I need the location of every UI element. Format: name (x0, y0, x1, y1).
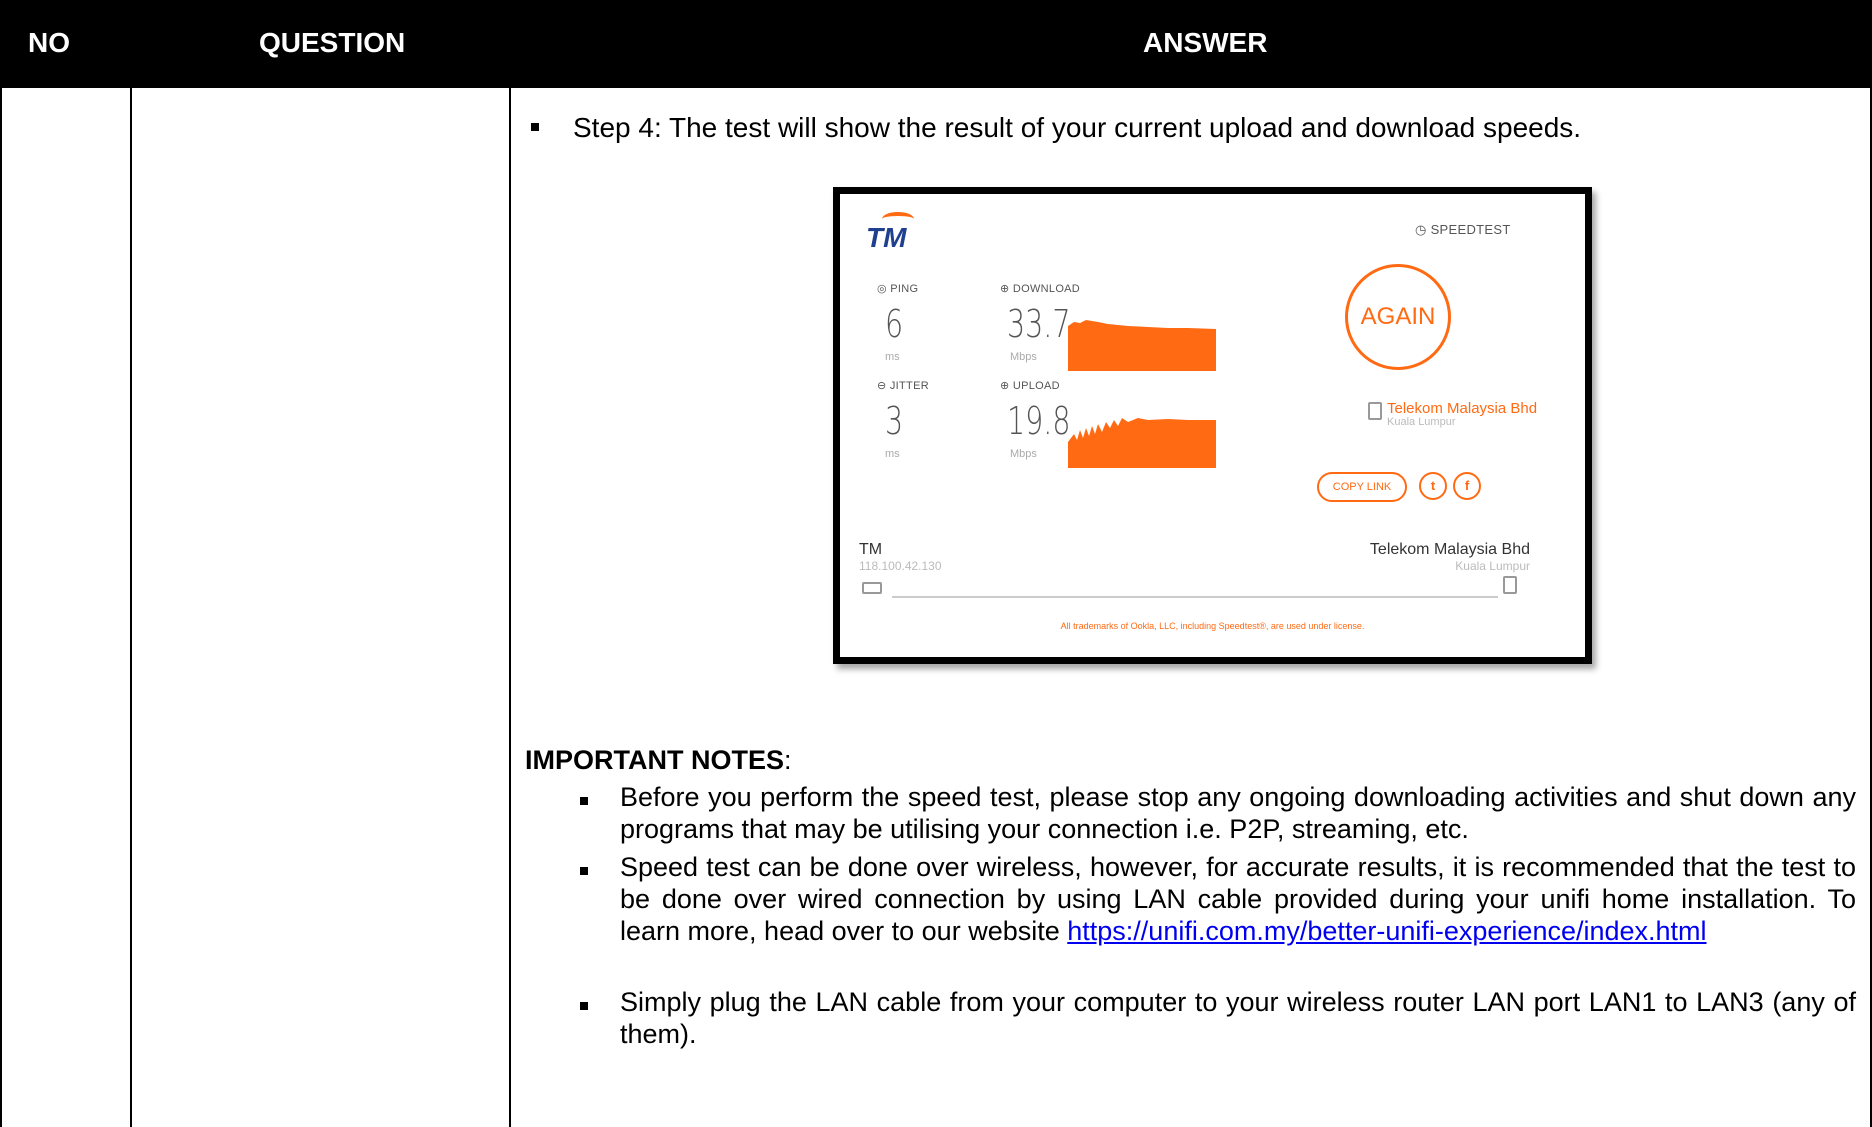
copy-link-button[interactable]: COPY LINK (1317, 472, 1407, 502)
download-graph (1068, 320, 1216, 371)
ping-value: 6 (885, 302, 904, 346)
connection-line (892, 596, 1498, 598)
table-border-left (0, 88, 2, 1127)
speedtest-screenshot: TM ◷ SPEEDTEST ◎ PING 6 ms ⊕ DOWNLOAD 33… (833, 187, 1592, 664)
header-no: NO (28, 27, 70, 58)
bullet-icon (580, 1002, 588, 1010)
client-name: TM (859, 541, 883, 558)
note-item-1: Before you perform the speed test, pleas… (620, 782, 1856, 844)
laptop-icon (862, 582, 882, 594)
jitter-label: ⊖ JITTER (877, 380, 929, 392)
column-divider-2 (509, 88, 511, 1127)
facebook-icon[interactable]: f (1453, 472, 1481, 500)
speedtest-logo: ◷ SPEEDTEST (1415, 222, 1511, 237)
tm-logo: TM (866, 222, 907, 253)
license-text: All trademarks of Ookla, LLC, including … (1060, 621, 1365, 631)
header-answer: ANSWER (1143, 27, 1268, 58)
bullet-icon (580, 867, 588, 875)
bullet-icon (531, 123, 539, 131)
speedtest-label: SPEEDTEST (1430, 222, 1511, 237)
important-notes-title: IMPORTANT NOTES: (525, 745, 792, 775)
server-icon (1368, 402, 1382, 420)
download-value: 33.7 (1007, 302, 1071, 346)
table-header: NO QUESTION ANSWER (0, 0, 1872, 88)
jitter-unit: ms (885, 448, 900, 460)
note-item-2: Speed test can be done over wireless, ho… (620, 851, 1856, 947)
again-button[interactable]: AGAIN (1345, 264, 1451, 370)
step-4-text: Step 4: The test will show the result of… (573, 112, 1582, 143)
download-label: ⊕ DOWNLOAD (1000, 283, 1081, 295)
server-city: Kuala Lumpur (1455, 559, 1530, 573)
upload-value: 19.8 (1007, 399, 1071, 443)
server-icon (1503, 576, 1517, 594)
jitter-value: 3 (885, 399, 904, 443)
isp-name: Telekom Malaysia Bhd (1387, 400, 1538, 417)
upload-graph (1068, 418, 1216, 468)
upload-unit: Mbps (1010, 448, 1037, 460)
server-name: Telekom Malaysia Bhd (1369, 541, 1530, 558)
bullet-icon (580, 797, 588, 805)
upload-label: ⊕ UPLOAD (1000, 380, 1060, 392)
twitter-icon[interactable]: t (1419, 472, 1447, 500)
client-ip: 118.100.42.130 (859, 559, 942, 573)
download-unit: Mbps (1010, 351, 1037, 363)
faq-table: NO QUESTION ANSWER Step 4: The test will… (0, 0, 1872, 1127)
isp-city: Kuala Lumpur (1387, 416, 1456, 428)
header-question: QUESTION (259, 27, 406, 58)
ping-label: ◎ PING (877, 283, 919, 295)
column-divider-1 (130, 88, 132, 1127)
note-item-3: Simply plug the LAN cable from your comp… (620, 987, 1856, 1049)
ping-unit: ms (885, 351, 900, 363)
better-unifi-link[interactable]: https://unifi.com.my/better-unifi-experi… (1067, 915, 1706, 947)
